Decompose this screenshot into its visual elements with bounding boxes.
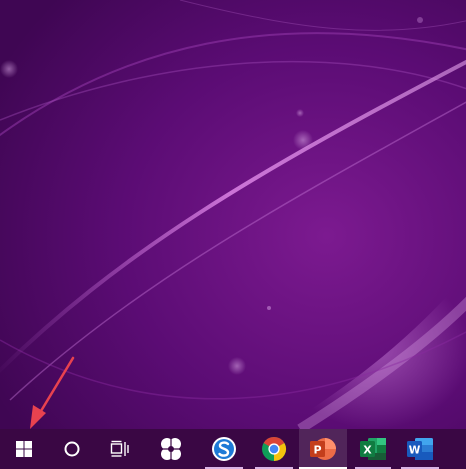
windows-logo-icon xyxy=(16,441,32,457)
desktop-wallpaper xyxy=(0,0,466,429)
word-icon: W xyxy=(407,438,433,460)
taskbar-app-word[interactable]: W xyxy=(397,429,443,469)
svg-text:X: X xyxy=(363,444,372,457)
taskbar-app-flower[interactable] xyxy=(146,429,196,469)
taskbar-app-sogou[interactable] xyxy=(201,429,247,469)
taskbar: P X W xyxy=(0,429,466,469)
chrome-icon xyxy=(262,436,287,461)
search-button[interactable] xyxy=(48,429,96,469)
excel-icon: X xyxy=(360,438,386,460)
task-view-button[interactable] xyxy=(96,429,144,469)
cortana-circle-icon xyxy=(64,441,80,457)
svg-text:W: W xyxy=(409,445,421,457)
start-button[interactable] xyxy=(0,429,48,469)
task-view-icon xyxy=(110,440,129,457)
svg-text:P: P xyxy=(313,444,321,457)
taskbar-app-powerpoint[interactable]: P xyxy=(299,429,347,469)
taskbar-app-chrome[interactable] xyxy=(251,429,297,469)
wallpaper-graphic xyxy=(0,0,466,429)
taskbar-app-excel[interactable]: X xyxy=(351,429,395,469)
sogou-browser-icon xyxy=(212,437,236,461)
powerpoint-icon: P xyxy=(310,438,336,460)
flower-app-icon xyxy=(160,438,182,460)
